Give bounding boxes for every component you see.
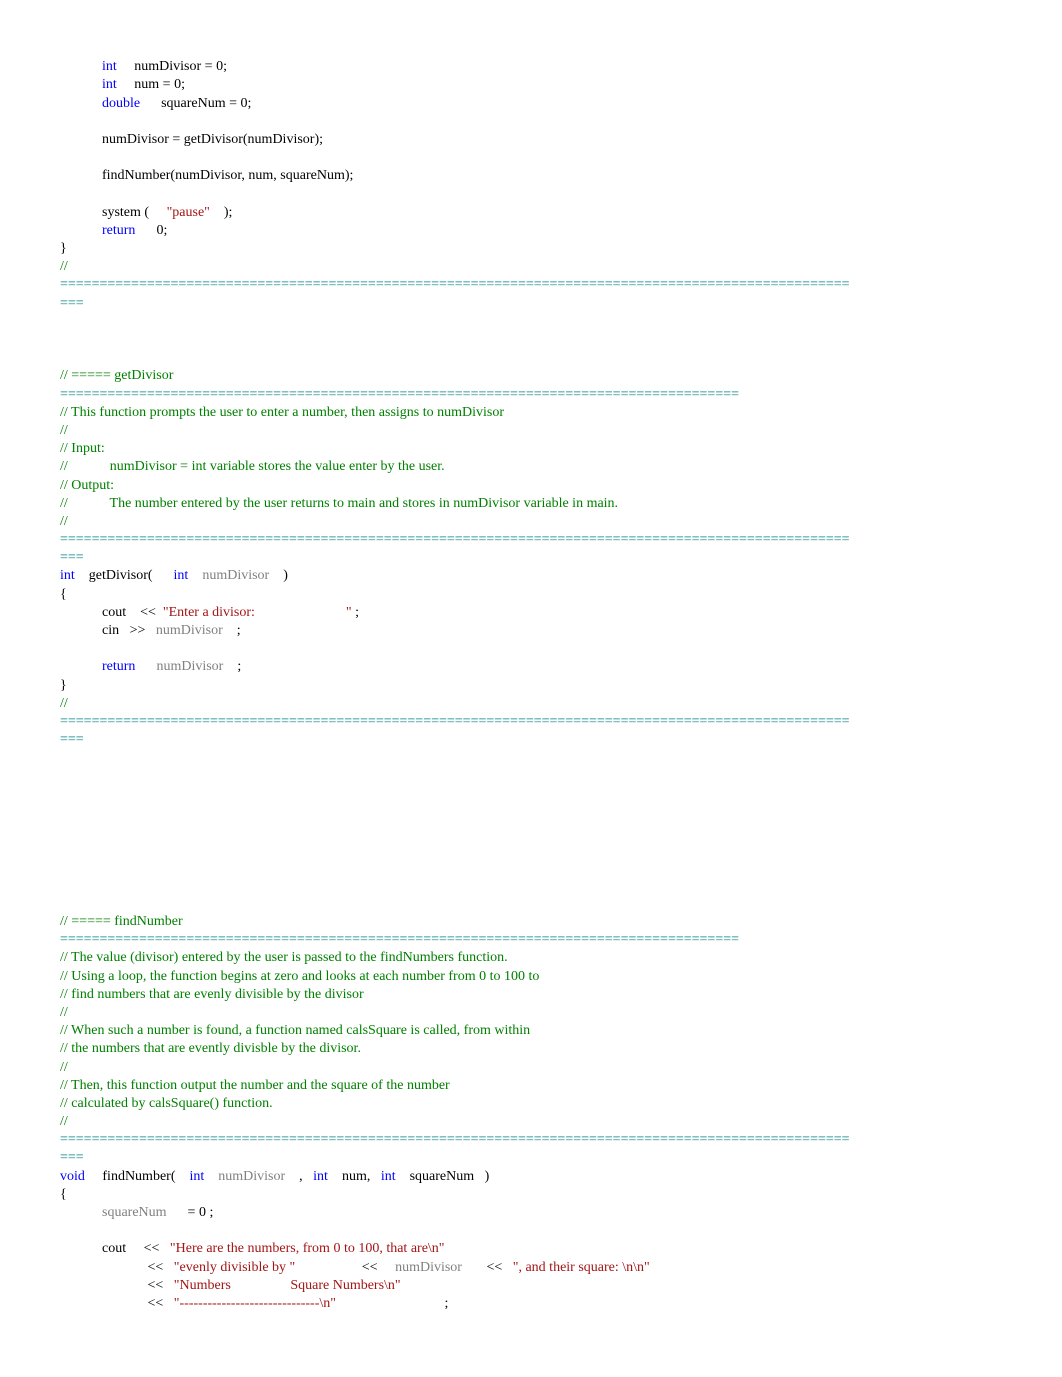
code-block: int numDivisor = 0; int num = 0; double … — [60, 40, 1002, 1313]
